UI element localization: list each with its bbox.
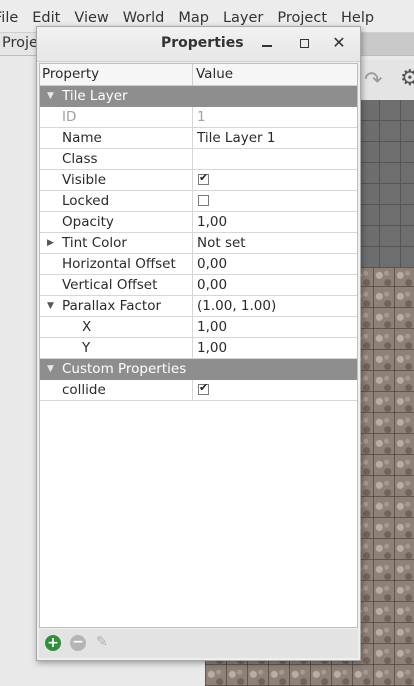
parallax-y-field[interactable]: 1,00 bbox=[193, 338, 227, 358]
chevron-down-icon[interactable]: ▼ bbox=[47, 86, 54, 106]
properties-table: Property Value ▼ Tile Layer ID 1 Name Ti… bbox=[39, 63, 358, 628]
close-button[interactable]: ✕ bbox=[329, 33, 349, 53]
rename-property-button[interactable]: ✎ bbox=[96, 634, 110, 650]
maximize-icon bbox=[299, 38, 309, 48]
property-label: Parallax Factor bbox=[62, 298, 162, 314]
properties-dialog: Properties ✕ Property Value ▼ Tile Layer… bbox=[36, 26, 361, 661]
table-header: Property Value bbox=[40, 64, 357, 86]
name-field[interactable]: Tile Layer 1 bbox=[193, 128, 275, 148]
dialog-title: Properties bbox=[161, 35, 244, 51]
add-property-button[interactable]: + bbox=[45, 635, 61, 651]
property-row-visible[interactable]: Visible ✔ bbox=[40, 170, 357, 191]
column-header-property[interactable]: Property bbox=[40, 64, 193, 85]
checkmark-icon: ✔ bbox=[199, 380, 209, 394]
vertical-offset-field[interactable]: 0,00 bbox=[193, 275, 227, 295]
property-row-name[interactable]: Name Tile Layer 1 bbox=[40, 128, 357, 149]
section-label: Tile Layer bbox=[62, 88, 128, 104]
minus-circle-icon: − bbox=[72, 634, 84, 650]
property-label: Y bbox=[82, 340, 91, 356]
opacity-field[interactable]: 1,00 bbox=[193, 212, 227, 232]
chevron-down-icon[interactable]: ▼ bbox=[47, 296, 54, 316]
property-row-locked[interactable]: Locked bbox=[40, 191, 357, 212]
property-row-id: ID 1 bbox=[40, 107, 357, 128]
property-label: Tint Color bbox=[62, 235, 127, 251]
property-label: Visible bbox=[62, 172, 107, 188]
property-label: X bbox=[82, 319, 92, 335]
tab-map[interactable] bbox=[358, 33, 414, 55]
map-toolbar: ↷ ⚙ bbox=[358, 60, 414, 101]
property-label: Class bbox=[62, 151, 98, 167]
horizontal-offset-field[interactable]: 0,00 bbox=[193, 254, 227, 274]
parallax-x-field[interactable]: 1,00 bbox=[193, 317, 227, 337]
chevron-right-icon[interactable]: ▶ bbox=[47, 233, 54, 253]
property-row-class[interactable]: Class bbox=[40, 149, 357, 170]
menu-project[interactable]: Project bbox=[270, 10, 334, 26]
properties-toolbar: + − ✎ bbox=[39, 629, 358, 658]
remove-property-button[interactable]: − bbox=[70, 635, 86, 651]
property-label: ID bbox=[62, 109, 77, 125]
menu-layer[interactable]: Layer bbox=[216, 10, 270, 26]
menu-world[interactable]: World bbox=[116, 10, 172, 26]
pencil-icon: ✎ bbox=[96, 634, 108, 650]
locked-checkbox[interactable] bbox=[198, 194, 209, 206]
section-tile-layer[interactable]: ▼ Tile Layer bbox=[40, 86, 357, 107]
property-label: Vertical Offset bbox=[62, 277, 158, 293]
maximize-button[interactable] bbox=[294, 33, 314, 53]
property-row-opacity[interactable]: Opacity 1,00 bbox=[40, 212, 357, 233]
property-label: collide bbox=[62, 382, 106, 398]
property-label: Opacity bbox=[62, 214, 114, 230]
minimize-button[interactable] bbox=[257, 33, 277, 53]
parallax-factor-field[interactable]: (1.00, 1.00) bbox=[193, 296, 276, 316]
section-label: Custom Properties bbox=[62, 361, 187, 377]
tint-color-field[interactable]: Not set bbox=[193, 233, 246, 253]
property-row-parallax-y[interactable]: Y 1,00 bbox=[40, 338, 357, 359]
property-label: Horizontal Offset bbox=[62, 256, 176, 272]
minimize-icon bbox=[262, 45, 272, 47]
property-row-parallax-x[interactable]: X 1,00 bbox=[40, 317, 357, 338]
collide-checkbox[interactable]: ✔ bbox=[198, 380, 209, 395]
checkmark-icon: ✔ bbox=[199, 170, 209, 184]
redo-icon[interactable]: ↷ bbox=[364, 68, 382, 93]
property-row-parallax-factor[interactable]: ▼ Parallax Factor (1.00, 1.00) bbox=[40, 296, 357, 317]
column-header-value[interactable]: Value bbox=[193, 64, 233, 85]
menu-edit[interactable]: Edit bbox=[25, 10, 67, 26]
property-row-tint-color[interactable]: ▶ Tint Color Not set bbox=[40, 233, 357, 254]
dialog-titlebar[interactable]: Properties ✕ bbox=[37, 27, 360, 62]
property-value: 1 bbox=[197, 109, 206, 125]
menu-help[interactable]: Help bbox=[334, 10, 381, 26]
menu-map[interactable]: Map bbox=[171, 10, 216, 26]
property-label: Name bbox=[62, 130, 102, 146]
section-custom-properties[interactable]: ▼ Custom Properties bbox=[40, 359, 357, 380]
close-icon: ✕ bbox=[332, 33, 346, 52]
property-label: Locked bbox=[62, 193, 110, 209]
class-field[interactable] bbox=[193, 149, 197, 169]
menu-file[interactable]: File bbox=[0, 10, 25, 26]
map-canvas-empty[interactable] bbox=[358, 100, 414, 268]
plus-circle-icon: + bbox=[47, 635, 59, 651]
property-row-horizontal-offset[interactable]: Horizontal Offset 0,00 bbox=[40, 254, 357, 275]
chevron-down-icon[interactable]: ▼ bbox=[47, 359, 54, 379]
gear-icon[interactable]: ⚙ bbox=[400, 66, 414, 91]
property-row-collide[interactable]: collide ✔ bbox=[40, 380, 357, 401]
menu-view[interactable]: View bbox=[67, 10, 115, 26]
visible-checkbox[interactable]: ✔ bbox=[198, 170, 209, 185]
property-row-vertical-offset[interactable]: Vertical Offset 0,00 bbox=[40, 275, 357, 296]
